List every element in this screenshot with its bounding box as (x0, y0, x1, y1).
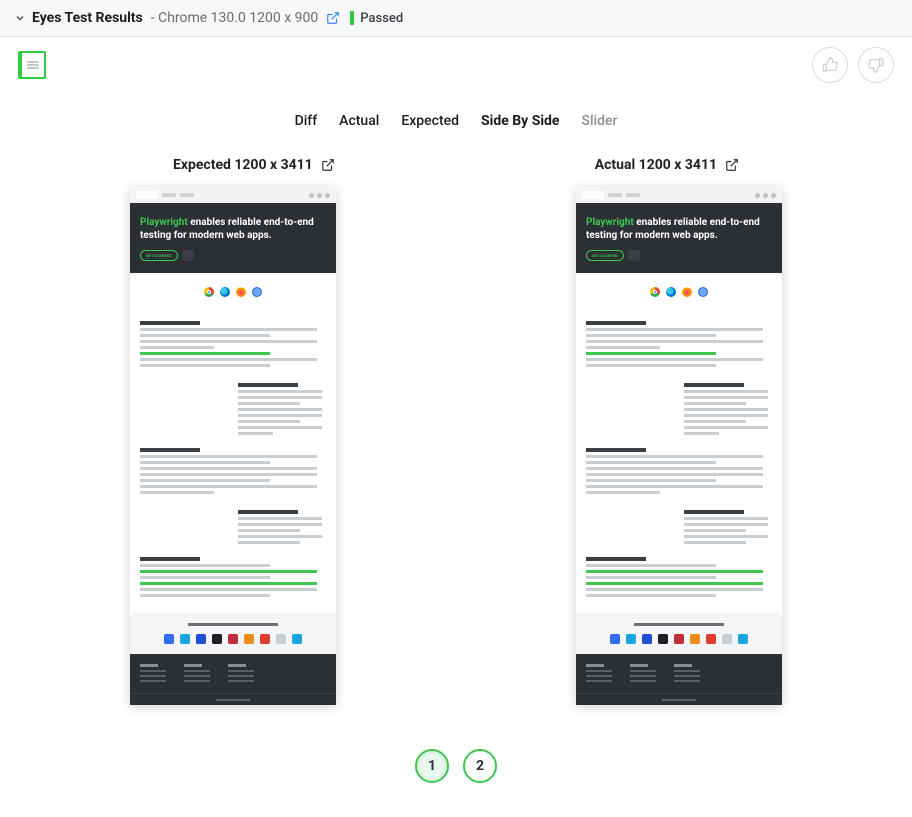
test-subtitle: - Chrome 130.0 1200 x 900 (151, 10, 319, 26)
view-mode-tabs: Diff Actual Expected Side By Side Slider (0, 83, 912, 157)
status-indicator-icon (350, 11, 354, 25)
step-pagination: 1 2 (0, 725, 912, 813)
page-button-2[interactable]: 2 (463, 749, 497, 783)
hero-accent: Playwright (586, 217, 634, 228)
thumbs-down-button[interactable] (858, 47, 894, 83)
expected-caption: Expected 1200 x 3411 (173, 157, 335, 173)
actual-caption-text: Actual 1200 x 3411 (595, 157, 717, 173)
tab-actual[interactable]: Actual (339, 113, 379, 129)
step-thumbnail-button[interactable] (18, 51, 46, 79)
get-started-pill: GET STARTED (140, 250, 178, 261)
toolbar-row (0, 37, 912, 83)
expected-open-icon[interactable] (321, 158, 335, 172)
hero-accent: Playwright (140, 217, 188, 228)
screenshot-captions-row: Expected 1200 x 3411 Actual 1200 x 3411 (0, 157, 912, 187)
actual-caption: Actual 1200 x 3411 (595, 157, 739, 173)
actual-screenshot[interactable]: Playwright enables reliable end-to-end t… (576, 187, 782, 705)
expected-screenshot[interactable]: Playwright enables reliable end-to-end t… (130, 187, 336, 705)
tab-diff[interactable]: Diff (295, 113, 318, 129)
tab-side-by-side[interactable]: Side By Side (481, 113, 559, 129)
thumbs-up-button[interactable] (812, 47, 848, 83)
open-external-icon[interactable] (326, 11, 340, 25)
expected-caption-text: Expected 1200 x 3411 (173, 157, 313, 173)
get-started-pill: GET STARTED (586, 250, 624, 261)
side-by-side-container: Playwright enables reliable end-to-end t… (0, 187, 912, 725)
test-result-header: Eyes Test Results - Chrome 130.0 1200 x … (0, 0, 912, 37)
test-title: Eyes Test Results (32, 10, 143, 26)
tab-slider[interactable]: Slider (581, 113, 617, 129)
status-label: Passed (360, 11, 403, 26)
page-button-1[interactable]: 1 (415, 749, 449, 783)
tab-expected[interactable]: Expected (401, 113, 459, 129)
actual-open-icon[interactable] (725, 158, 739, 172)
status-chip: Passed (350, 11, 403, 26)
feedback-buttons (812, 47, 894, 83)
collapse-toggle-icon[interactable] (14, 12, 26, 24)
